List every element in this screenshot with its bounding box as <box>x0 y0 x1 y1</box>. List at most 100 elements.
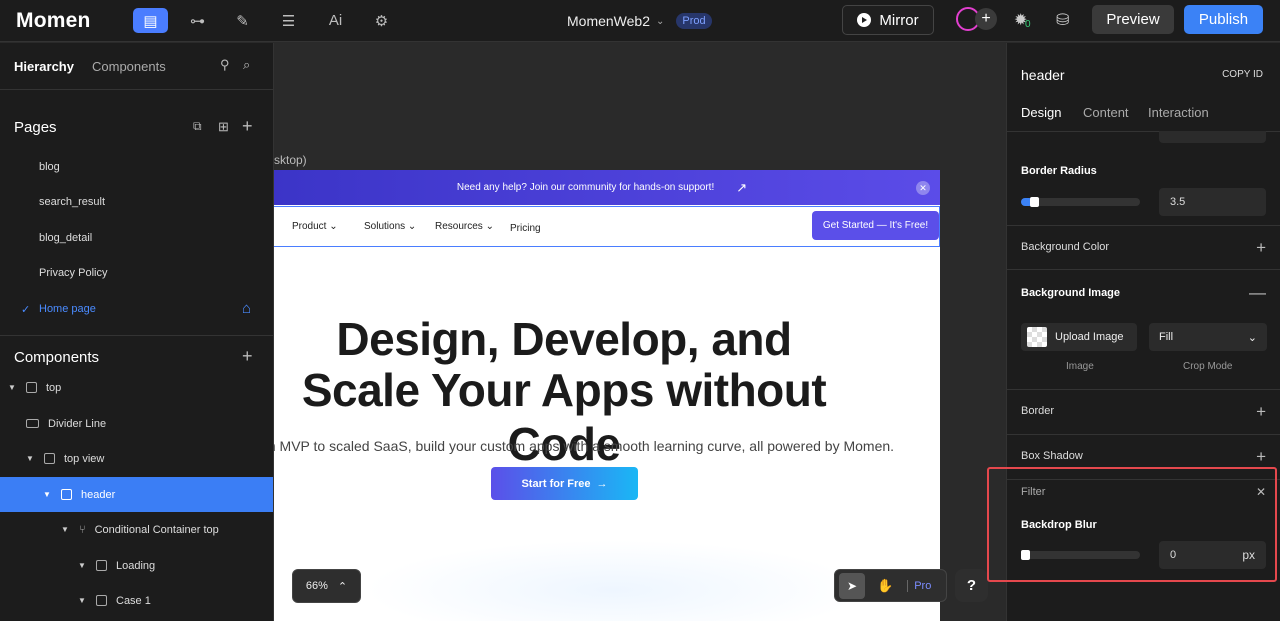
plugin-icon[interactable]: ✎ <box>225 8 260 33</box>
preview-button[interactable]: Preview <box>1092 5 1174 34</box>
logic-flow-icon[interactable]: ⊶ <box>180 8 215 33</box>
check-icon: ✓ <box>21 304 31 316</box>
border-radius-slider[interactable] <box>1021 197 1140 207</box>
tree-label: header <box>81 488 116 501</box>
tab-components[interactable]: Components <box>92 59 166 74</box>
help-button[interactable]: ? <box>955 569 988 602</box>
selected-element-title: header <box>1021 67 1065 83</box>
hand-pan-icon[interactable]: ✋ <box>877 578 893 594</box>
upload-image-button[interactable]: Upload Image <box>1021 323 1137 351</box>
container-icon <box>26 382 37 393</box>
header-nav[interactable]: Product ⌄ Solutions ⌄ Resources ⌄ Pricin… <box>274 206 940 247</box>
copy-id-button[interactable]: COPY ID <box>1222 69 1263 80</box>
collapse-minus-icon[interactable]: — <box>1249 283 1266 303</box>
border-radius-input[interactable]: 3.5 <box>1159 188 1266 216</box>
frame-label: sktop) <box>274 153 307 167</box>
project-switcher[interactable]: MomenWeb2 ⌄ Prod <box>567 13 712 29</box>
tree-row[interactable]: ▼ top view <box>0 441 273 476</box>
tab-content[interactable]: Content <box>1083 105 1129 120</box>
page-item-selected[interactable]: ✓ Home page <box>21 303 96 316</box>
pin-icon[interactable]: ⚲ <box>220 57 230 73</box>
debug-count: 0 <box>1025 19 1031 30</box>
external-arrow-icon: ↗ <box>736 179 748 195</box>
start-label: Start for Free <box>521 477 591 490</box>
divider <box>0 335 274 336</box>
play-icon <box>857 13 872 27</box>
page-item[interactable]: blog_detail <box>39 232 92 244</box>
momen-logo[interactable]: Momen <box>16 9 91 33</box>
tree-label: Loading <box>116 559 156 572</box>
search-icon[interactable]: ⌕ <box>243 57 250 73</box>
box-shadow-label: Box Shadow <box>1021 450 1083 462</box>
mirror-label: Mirror <box>879 11 919 29</box>
chevron-down-icon: ⌄ <box>1247 331 1257 344</box>
add-box-shadow-icon[interactable]: + <box>1256 447 1266 467</box>
page-item[interactable]: search_result <box>39 196 105 208</box>
ai-icon[interactable]: Ai <box>318 8 353 33</box>
data-model-icon[interactable]: ☰ <box>271 8 306 33</box>
tree-row[interactable]: ▼ top <box>0 370 273 405</box>
zoom-value: 66% <box>305 580 328 592</box>
page-item[interactable]: blog <box>39 161 60 173</box>
tree-row[interactable]: ▼ ⑂ Conditional Container top <box>0 512 273 547</box>
nav-item-solutions[interactable]: Solutions ⌄ <box>364 221 416 232</box>
select-cursor-icon[interactable]: ➤ <box>839 572 865 599</box>
add-folder-icon[interactable]: ⊞ <box>218 119 229 135</box>
invite-plus-icon[interactable]: + <box>975 8 997 30</box>
expand-triangle-icon[interactable]: ▼ <box>43 490 53 499</box>
project-name: MomenWeb2 <box>567 13 651 29</box>
get-started-button[interactable]: Get Started — It's Free! <box>812 211 939 240</box>
expand-triangle-icon[interactable]: ▼ <box>78 561 88 570</box>
publish-button[interactable]: Publish <box>1184 5 1263 34</box>
container-icon <box>96 560 107 571</box>
expand-triangle-icon[interactable]: ▼ <box>8 383 18 392</box>
tree-row[interactable]: ▼ Loading <box>0 548 273 583</box>
tab-interaction[interactable]: Interaction <box>1148 105 1209 120</box>
page-preview[interactable]: Need any help? Join our community for ha… <box>274 170 940 621</box>
add-page-icon[interactable]: + <box>242 116 253 137</box>
expand-triangle-icon[interactable]: ▼ <box>61 525 71 534</box>
add-component-icon[interactable]: + <box>242 346 253 367</box>
pro-badge[interactable]: Pro <box>907 579 931 592</box>
arrow-right-icon: → <box>596 477 608 490</box>
expand-triangle-icon[interactable]: ▼ <box>78 596 88 605</box>
nav-item-resources[interactable]: Resources ⌄ <box>435 221 494 232</box>
slider-knob[interactable] <box>1030 197 1039 207</box>
zoom-control[interactable]: 66% ⌃ <box>292 569 361 603</box>
crop-value: Fill <box>1159 331 1174 343</box>
container-icon <box>61 489 72 500</box>
expand-triangle-icon[interactable]: ▼ <box>26 454 36 463</box>
tree-label: Divider Line <box>48 417 107 430</box>
add-border-icon[interactable]: + <box>1256 402 1266 422</box>
tab-hierarchy[interactable]: Hierarchy <box>14 59 74 74</box>
support-banner[interactable]: Need any help? Join our community for ha… <box>274 170 940 205</box>
tree-label: top <box>46 381 62 394</box>
settings-gear-icon[interactable]: ⚙ <box>364 8 399 33</box>
hero-glow <box>364 540 864 621</box>
components-title: Components <box>14 349 100 366</box>
close-icon[interactable]: ✕ <box>916 181 930 195</box>
tab-design[interactable]: Design <box>1021 105 1061 120</box>
mirror-button[interactable]: Mirror <box>842 5 934 35</box>
start-for-free-button[interactable]: Start for Free → <box>491 467 638 500</box>
duplicate-page-icon[interactable]: ⧉ <box>193 119 202 134</box>
tree-row[interactable]: Divider Line <box>0 406 273 441</box>
nav-label: Solutions <box>364 221 406 232</box>
crop-mode-select[interactable]: Fill ⌄ <box>1149 323 1267 351</box>
nav-item-product[interactable]: Product ⌄ <box>292 221 338 232</box>
tree-row-selected[interactable]: ▼ header <box>0 477 273 512</box>
tree-row[interactable]: ▼ Case 1 <box>0 583 273 618</box>
database-check-icon[interactable]: ⛁ <box>1056 10 1069 30</box>
divider <box>1007 389 1280 390</box>
hero-title-line1: Design, Develop, and <box>336 313 792 365</box>
page-item[interactable]: Privacy Policy <box>39 267 107 279</box>
design-canvas[interactable]: sktop) Need any help? Join our community… <box>274 43 1006 621</box>
add-background-color-icon[interactable]: + <box>1256 238 1266 258</box>
background-color-label: Background Color <box>1021 241 1110 253</box>
divider-line-icon <box>26 419 39 428</box>
container-icon <box>96 595 107 606</box>
debug-bug-icon[interactable]: ✹ 0 <box>1014 10 1031 30</box>
upload-label: Upload Image <box>1055 331 1124 343</box>
nav-item-pricing[interactable]: Pricing <box>510 223 541 234</box>
layout-editor-icon[interactable]: ▤ <box>133 8 168 33</box>
